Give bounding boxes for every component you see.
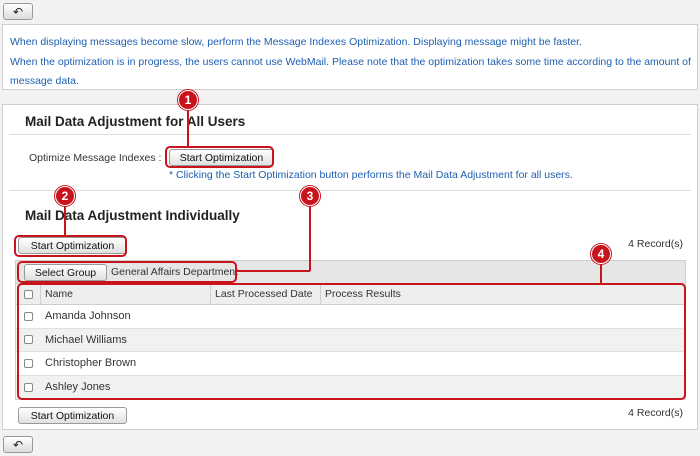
divider: [9, 134, 691, 135]
callout-line-3-vertical: [309, 204, 311, 271]
info-line-3: message data.: [10, 75, 79, 87]
callout-marker-2: 2: [55, 186, 75, 206]
info-line-1: When displaying messages become slow, pe…: [10, 36, 582, 48]
back-arrow-icon: ↶: [12, 437, 24, 452]
callout-marker-3: 3: [300, 186, 320, 206]
back-arrow-icon: ↶: [12, 4, 24, 19]
callout-line-2: [64, 204, 66, 235]
info-line-2: When the optimization is in progress, th…: [10, 55, 691, 68]
divider: [9, 190, 691, 191]
optimization-note: * Clicking the Start Optimization button…: [169, 169, 573, 181]
section-title-individual: Mail Data Adjustment Individually: [25, 208, 240, 223]
callout-line-4: [600, 262, 602, 283]
optimize-indexes-label: Optimize Message Indexes :: [29, 152, 162, 164]
record-count-bottom: 4 Record(s): [628, 407, 683, 419]
callout-marker-4: 4: [591, 244, 611, 264]
back-button-bottom[interactable]: ↶: [3, 436, 33, 453]
highlight-box-4: [17, 283, 686, 400]
highlight-box-2: [14, 235, 127, 257]
callout-line-1: [187, 108, 189, 146]
back-button-top[interactable]: ↶: [3, 3, 33, 20]
callout-line-3: [237, 270, 310, 272]
highlight-box-3: [17, 261, 237, 283]
highlight-box-1: [165, 146, 274, 168]
info-box: When displaying messages become slow, pe…: [2, 24, 698, 90]
start-optimization-bottom-button[interactable]: Start Optimization: [18, 407, 127, 424]
section-title-all-users: Mail Data Adjustment for All Users: [25, 114, 246, 129]
record-count-top: 4 Record(s): [628, 238, 683, 250]
callout-marker-1: 1: [178, 90, 198, 110]
